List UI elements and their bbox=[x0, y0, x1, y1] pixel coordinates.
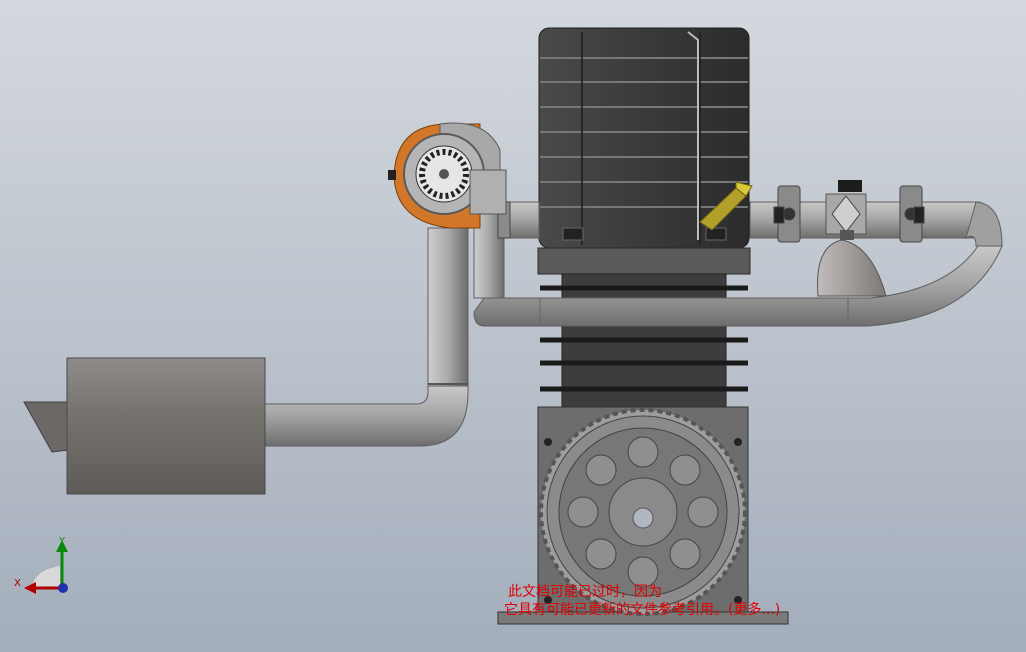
y-axis-label: Y bbox=[58, 536, 66, 547]
warning-line-1: 此文档可能已过时，因为 bbox=[508, 584, 662, 600]
outdated-reference-warning[interactable]: 此文档可能已过时，因为 它具有可能已更新的文件参考引用。(更多...) bbox=[504, 583, 780, 619]
turbo-hub bbox=[439, 169, 449, 179]
exhaust-pipe[interactable] bbox=[261, 227, 469, 447]
valve-reservoir bbox=[817, 239, 887, 297]
x-axis-label: X bbox=[14, 578, 21, 589]
coordinate-triad[interactable]: Y X bbox=[10, 530, 80, 600]
cylinder-barrel[interactable] bbox=[540, 273, 748, 409]
warning-line-2: 它具有可能已更新的文件参考引用。(更多...) bbox=[504, 602, 781, 618]
model-viewport[interactable]: Y X 此文档可能已过时，因为 它具有可能已更新的文件参考引用。(更多...) bbox=[0, 0, 1026, 652]
bolt bbox=[734, 438, 742, 446]
engine-assembly-model[interactable] bbox=[0, 0, 1026, 652]
valve-cap[interactable] bbox=[838, 180, 862, 192]
gear-hub bbox=[632, 507, 654, 529]
bolt bbox=[544, 438, 552, 446]
head-gasket-plate bbox=[537, 247, 751, 275]
turbocharger[interactable] bbox=[388, 122, 507, 229]
muffler[interactable] bbox=[23, 357, 266, 495]
z-axis-marker bbox=[58, 583, 68, 593]
